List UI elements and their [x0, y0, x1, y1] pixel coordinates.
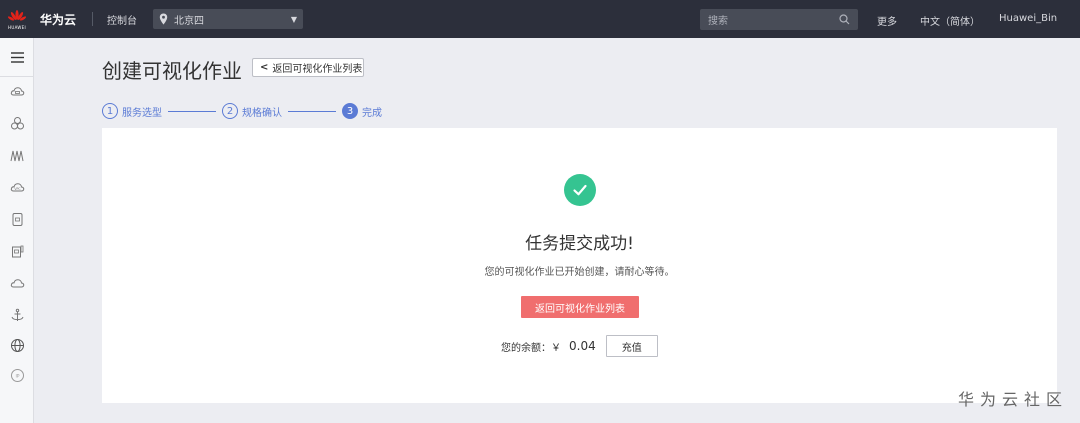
service-sidebar: VPC IP [0, 38, 34, 423]
globe-icon[interactable] [8, 336, 26, 354]
cluster-icon[interactable] [8, 114, 26, 132]
search-input[interactable]: 搜索 [700, 9, 858, 30]
svg-text:IP: IP [15, 373, 19, 379]
svg-text:VPC: VPC [14, 186, 21, 190]
ip-icon[interactable]: IP [8, 366, 26, 384]
top-navigation-bar: HUAWEI 华为云 控制台 北京四 ▼ 搜索 更多 中文（简体） Huawei… [0, 0, 1080, 38]
waveform-icon[interactable] [8, 146, 26, 164]
watermark: 华为云社区 [958, 390, 1069, 409]
step-1-label: 服务选型 [122, 107, 162, 119]
back-to-list-button[interactable]: < 返回可视化作业列表 [252, 58, 364, 77]
balance-row: 您的余额：￥ 0.04 充值 [501, 335, 658, 357]
brand-name[interactable]: 华为云 [40, 11, 76, 28]
back-button-label: 返回可视化作业列表 [272, 64, 363, 75]
step-2-label: 规格确认 [242, 107, 282, 119]
success-title: 任务提交成功! [525, 234, 634, 254]
step-3-number: 3 [342, 103, 358, 119]
step-2-number: 2 [222, 103, 238, 119]
region-selector[interactable]: 北京四 ▼ [153, 9, 304, 29]
cloud-server-icon[interactable] [8, 82, 26, 100]
huawei-flower-icon [7, 9, 27, 21]
return-to-list-button[interactable]: 返回可视化作业列表 [521, 296, 639, 318]
sidebar-divider [0, 76, 33, 77]
menu-icon[interactable] [8, 48, 26, 66]
user-menu[interactable]: Huawei_Bin [999, 13, 1057, 24]
step-3-label: 完成 [362, 107, 382, 119]
search-icon[interactable] [839, 14, 850, 25]
logo-text: HUAWEI [8, 24, 26, 30]
result-card: 任务提交成功! 您的可视化作业已开始创建，请耐心等待。 返回可视化作业列表 您的… [102, 128, 1057, 403]
search-placeholder: 搜索 [708, 16, 728, 27]
vpc-icon[interactable]: VPC [8, 178, 26, 196]
step-connector [168, 110, 216, 112]
page-title: 创建可视化作业 [102, 59, 242, 83]
more-menu[interactable]: 更多 [877, 13, 897, 28]
database-icon[interactable] [8, 242, 26, 260]
step-1-number: 1 [102, 103, 118, 119]
location-pin-icon [159, 13, 168, 25]
console-link[interactable]: 控制台 [107, 12, 137, 27]
step-connector [288, 110, 336, 112]
caret-down-icon: ▼ [290, 14, 298, 24]
anchor-icon[interactable] [8, 306, 26, 324]
divider [92, 12, 94, 26]
recharge-button[interactable]: 充值 [605, 335, 658, 357]
region-label: 北京四 [174, 15, 205, 27]
success-check-icon [564, 174, 596, 206]
cloud-icon[interactable] [8, 274, 26, 292]
success-description: 您的可视化作业已开始创建，请耐心等待。 [484, 267, 675, 278]
step-progress: 1 服务选型 2 规格确认 3 完成 [102, 102, 382, 120]
storage-icon[interactable] [8, 210, 26, 228]
huawei-logo[interactable]: HUAWEI [0, 0, 34, 38]
balance-label: 您的余额：￥ [501, 342, 561, 354]
chevron-left-icon: < [260, 62, 269, 73]
language-selector[interactable]: 中文（简体） [920, 13, 980, 28]
balance-amount: 0.04 [569, 339, 596, 353]
